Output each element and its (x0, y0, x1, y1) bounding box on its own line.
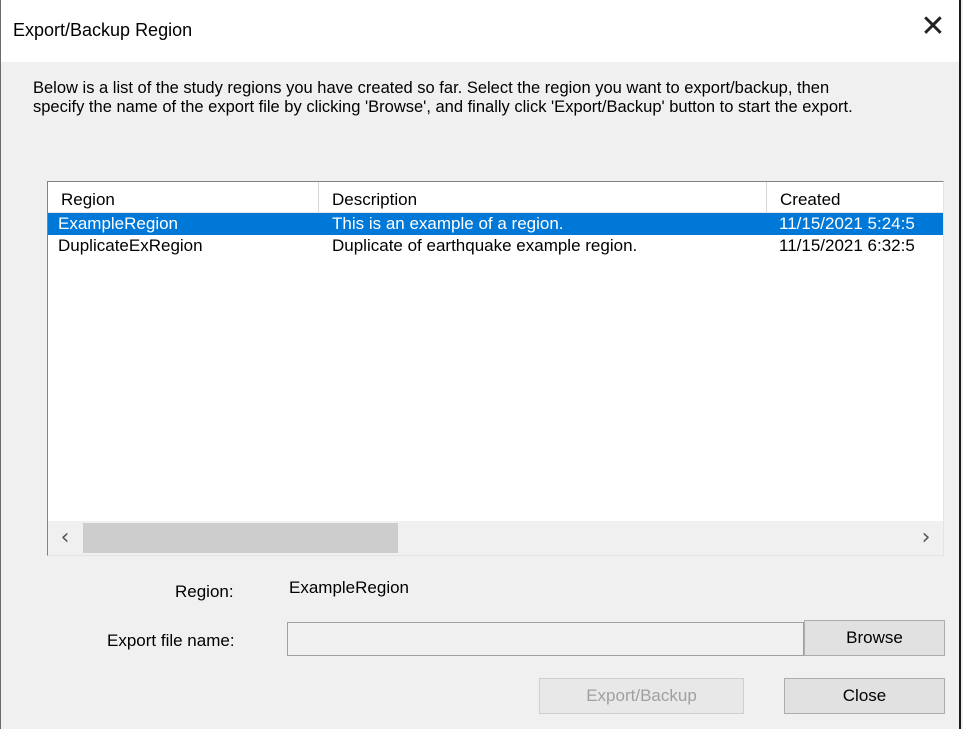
browse-button[interactable]: Browse (804, 620, 945, 656)
export-file-label: Export file name: (107, 631, 235, 650)
horizontal-scrollbar[interactable]: ‹ › (48, 521, 943, 555)
close-button[interactable]: Close (784, 678, 945, 714)
export-backup-dialog: Export/Backup Region ✕ Below is a list o… (0, 0, 961, 729)
row-region: ExampleRegion (58, 214, 179, 233)
row-description: Duplicate of earthquake example region. (332, 236, 638, 255)
dialog-title: Export/Backup Region (13, 20, 193, 40)
instructions-text: Below is a list of the study regions you… (33, 79, 853, 116)
column-header-created[interactable]: Created (767, 182, 943, 212)
column-header-description[interactable]: Description (319, 182, 767, 212)
row-description: This is an example of a region. (332, 214, 564, 233)
row-created: 11/15/2021 6:32:5 (779, 236, 915, 255)
title-bar: Export/Backup Region ✕ (1, 0, 959, 62)
list-header: Region Description Created (48, 182, 943, 213)
scroll-left-icon[interactable]: ‹ (48, 521, 82, 555)
export-file-input[interactable] (287, 622, 804, 656)
export-backup-button[interactable]: Export/Backup (539, 678, 744, 714)
list-rows: ExampleRegion This is an example of a re… (48, 213, 943, 257)
scrollbar-thumb[interactable] (83, 523, 398, 553)
column-header-region[interactable]: Region (48, 182, 319, 212)
list-row[interactable]: DuplicateExRegion Duplicate of earthquak… (48, 235, 943, 257)
close-icon[interactable]: ✕ (919, 12, 947, 42)
region-label: Region: (175, 582, 234, 601)
region-list[interactable]: Region Description Created ExampleRegion… (47, 181, 944, 556)
region-value: ExampleRegion (289, 578, 410, 597)
row-region: DuplicateExRegion (58, 236, 203, 255)
scroll-right-icon[interactable]: › (909, 521, 943, 555)
list-row[interactable]: ExampleRegion This is an example of a re… (48, 213, 943, 235)
row-created: 11/15/2021 5:24:5 (779, 214, 915, 233)
